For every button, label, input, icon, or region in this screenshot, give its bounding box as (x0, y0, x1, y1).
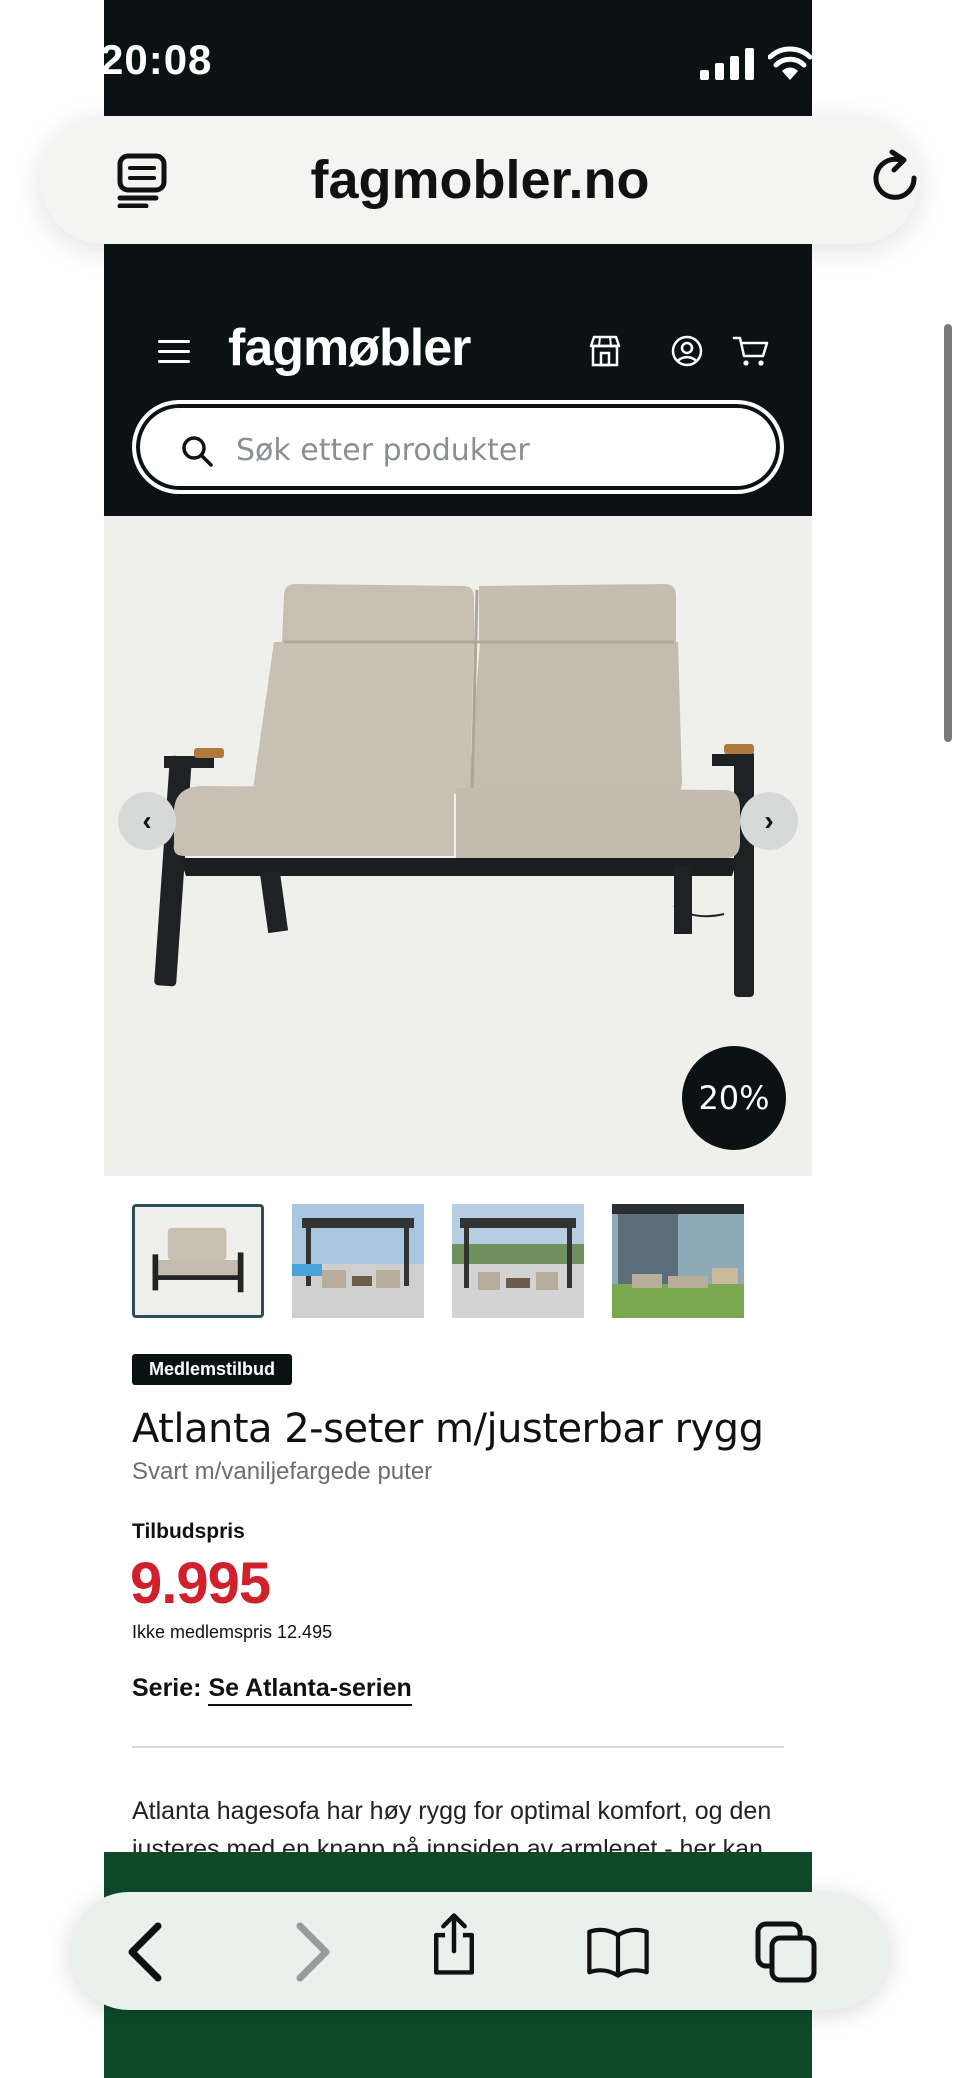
carousel-prev-button[interactable]: ‹ (118, 792, 176, 850)
thumbnail-4[interactable] (612, 1204, 744, 1318)
wifi-icon (768, 46, 812, 80)
search-box[interactable] (132, 400, 784, 494)
browser-toolbar (70, 1892, 890, 2010)
carousel-next-button[interactable]: › (740, 792, 798, 850)
status-time: 20:08 (100, 36, 213, 83)
status-bar: 20:08 (100, 0, 812, 120)
address-bar[interactable]: fagmobler.no (40, 116, 920, 244)
series-link[interactable]: Se Atlanta-serien (208, 1674, 412, 1706)
site-header: fagmøbler (104, 244, 812, 516)
divider (132, 1746, 784, 1748)
thumbnail-2[interactable] (292, 1204, 424, 1318)
book-icon[interactable] (586, 1920, 650, 1984)
cart-icon[interactable] (732, 334, 770, 368)
reader-icon[interactable] (116, 152, 168, 208)
member-offer-tag: Medlemstilbud (132, 1354, 293, 1385)
forward-chevron-icon[interactable] (278, 1920, 342, 1984)
product-image-carousel[interactable]: ‹ › 20% (104, 516, 812, 1176)
thumbnail-3[interactable] (452, 1204, 584, 1318)
offer-price: 9.995 (130, 1551, 271, 1616)
back-chevron-icon[interactable] (116, 1920, 180, 1984)
hamburger-menu-icon[interactable] (158, 340, 190, 364)
thumbnail-strip (132, 1204, 782, 1318)
discount-badge: 20% (682, 1046, 786, 1150)
product-image (154, 584, 754, 997)
product-title: Atlanta 2-seter m/justerbar rygg (132, 1406, 764, 1452)
search-icon (182, 436, 213, 467)
non-member-price: Ikke medlemspris 12.495 (132, 1622, 333, 1642)
series-row: Serie: Se Atlanta-serien (132, 1674, 412, 1706)
scrollbar[interactable] (944, 324, 952, 742)
search-input[interactable] (236, 426, 756, 474)
reload-icon[interactable] (868, 148, 924, 208)
cellular-signal-icon (700, 48, 754, 80)
url-text[interactable]: fagmobler.no (310, 149, 649, 211)
tabs-icon[interactable] (754, 1920, 818, 1984)
thumbnail-1[interactable] (132, 1204, 264, 1318)
product-variant: Svart m/vaniljefargede puter (132, 1458, 433, 1485)
offer-price-label: Tilbudspris (132, 1520, 245, 1543)
site-logo[interactable]: fagmøbler (228, 318, 471, 378)
user-icon[interactable] (670, 334, 704, 368)
series-label: Serie: (132, 1674, 202, 1702)
store-icon[interactable] (588, 334, 622, 368)
share-icon[interactable] (422, 1912, 486, 1976)
